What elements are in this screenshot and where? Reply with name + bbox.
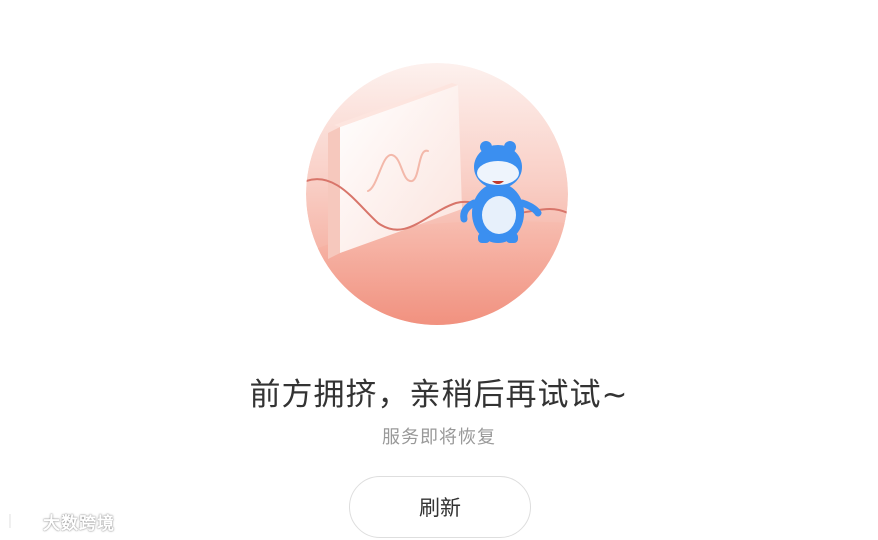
refresh-button[interactable]: 刷新: [349, 476, 531, 538]
busy-illustration-graphic: [306, 63, 568, 325]
error-title: 前方拥挤，亲稍后再试试~: [249, 377, 629, 413]
watermark-logo-icon: [8, 512, 39, 530]
error-subtitle: 服务即将恢复: [382, 427, 496, 448]
watermark: 大数跨境: [7, 508, 115, 534]
busy-illustration: [306, 63, 568, 325]
error-page: 前方拥挤，亲稍后再试试~ 服务即将恢复 刷新 大数跨境: [0, 0, 878, 540]
watermark-text: 大数跨境: [43, 513, 115, 534]
